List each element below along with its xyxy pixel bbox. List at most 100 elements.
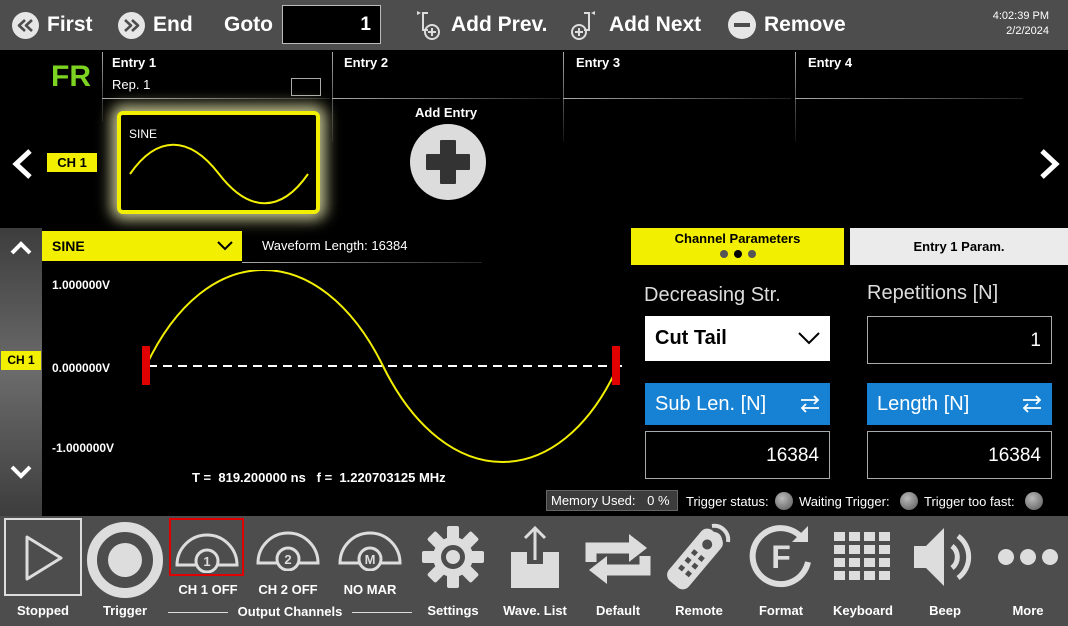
output-channels-label: Output Channels — [237, 604, 343, 619]
length-input[interactable]: 16384 — [867, 431, 1052, 479]
decreasing-str-select[interactable]: Cut Tail — [645, 316, 830, 361]
remote-icon[interactable] — [662, 520, 736, 594]
sub-len-input[interactable]: 16384 — [645, 431, 830, 479]
tab-channel-parameters-label: Channel Parameters — [674, 231, 801, 246]
entry-divider — [563, 52, 564, 142]
minus-icon — [728, 11, 756, 39]
chevron-left-icon[interactable] — [10, 148, 36, 180]
thumbnail-sine-wave — [129, 143, 309, 205]
sub-len-button[interactable]: Sub Len. [N] — [645, 383, 830, 425]
add-next-icon — [571, 11, 595, 40]
trigger-too-fast-led — [1025, 492, 1043, 510]
speaker-icon[interactable] — [910, 524, 980, 590]
end-label: End — [153, 13, 193, 36]
add-next-button[interactable]: Add Next — [570, 0, 701, 50]
marker-output-button[interactable]: M — [337, 519, 403, 571]
default-label: Default — [595, 603, 641, 618]
output-channels-bracket-left — [168, 612, 228, 613]
output-channels-bracket-right — [352, 612, 412, 613]
entry-channel-tag: CH 1 — [47, 153, 97, 172]
add-entry-button[interactable] — [410, 124, 486, 200]
goto-label: Goto — [224, 13, 273, 36]
run-stop-button[interactable] — [4, 518, 82, 596]
chevron-up-icon[interactable] — [10, 241, 32, 255]
add-prev-icon — [417, 11, 440, 40]
entry-1-underline — [102, 98, 330, 99]
end-marker[interactable] — [612, 346, 620, 385]
format-icon[interactable]: F — [746, 522, 816, 592]
more-icon[interactable] — [996, 546, 1060, 568]
more-label: More — [1012, 603, 1044, 618]
wave-list-label: Wave. List — [503, 603, 567, 618]
entry-1-rep: Rep. 1 — [112, 77, 151, 92]
start-marker[interactable] — [142, 346, 150, 385]
chevron-down-icon[interactable] — [10, 465, 32, 479]
entry-4-label: Entry 4 — [808, 55, 853, 70]
thumbnail-waveform-name: SINE — [129, 127, 158, 141]
memory-used-indicator: Memory Used: 0 % — [546, 490, 678, 511]
entry-1-label: Entry 1 — [112, 55, 157, 70]
repetitions-input[interactable]: 1 — [867, 316, 1052, 364]
chevron-right-icon[interactable] — [1036, 148, 1062, 180]
chevron-down-icon — [217, 241, 233, 251]
record-icon[interactable] — [86, 521, 164, 599]
refresh-icon[interactable] — [583, 528, 653, 590]
beep-label: Beep — [929, 603, 961, 618]
waveform-side-strip — [0, 228, 42, 516]
entry-divider — [332, 52, 333, 142]
app-window: First End Goto 1 Add Prev. Add Next Remo… — [0, 0, 1068, 626]
ch1-label: CH 1 OFF — [178, 582, 238, 597]
ch2-output-button[interactable]: 2 — [255, 519, 321, 571]
remote-label: Remote — [675, 603, 723, 618]
entry-3-underline — [563, 98, 791, 99]
double-chevron-left-icon — [12, 11, 39, 39]
tab-entry-param[interactable]: Entry 1 Param. — [850, 228, 1068, 265]
add-entry-label: Add Entry — [415, 105, 478, 120]
entry-2-label: Entry 2 — [344, 55, 389, 70]
ch1-output-button[interactable]: 1 — [169, 518, 244, 576]
trigger-status-led — [775, 492, 793, 510]
goto-input[interactable]: 1 — [282, 5, 381, 44]
entry-divider — [795, 52, 796, 142]
entry-3-label: Entry 3 — [576, 55, 621, 70]
trigger-status-label: Trigger status: — [686, 494, 769, 509]
entry-2-underline — [332, 98, 560, 99]
remove-label: Remove — [764, 13, 846, 36]
entry-1-waveform-thumbnail[interactable]: SINE — [117, 111, 320, 214]
waiting-trigger-label: Waiting Trigger: — [799, 494, 890, 509]
marker-label: NO MAR — [343, 582, 397, 597]
first-label: First — [47, 13, 93, 36]
chevron-down-icon — [798, 332, 820, 345]
voltage-mid: 0.000000V — [52, 361, 111, 375]
remove-button[interactable]: Remove — [728, 0, 846, 50]
period-frequency-readout: T = 819.200000 ns f = 1.220703125 MHz — [192, 470, 446, 485]
voltage-min: -1.000000V — [52, 441, 115, 455]
keypad-icon[interactable] — [832, 530, 894, 584]
clock-time: 4:02:39 PM — [992, 10, 1049, 22]
sub-len-label: Sub Len. [N] — [655, 392, 767, 415]
clock: 4:02:39 PM 2/2/2024 — [993, 9, 1049, 39]
top-toolbar: First End Goto 1 Add Prev. Add Next Remo… — [0, 0, 1068, 50]
swap-icon — [1022, 395, 1042, 413]
add-prev-button[interactable]: Add Prev. — [412, 0, 547, 50]
upload-icon[interactable] — [505, 524, 565, 592]
waveform-type-select[interactable]: SINE — [42, 231, 242, 261]
memory-used-value: 0 % — [647, 493, 670, 508]
plus-icon — [426, 140, 470, 184]
repetitions-label: Repetitions [N] — [867, 282, 999, 304]
ch1-number: 1 — [203, 554, 210, 569]
play-icon — [25, 535, 63, 581]
gear-icon[interactable] — [420, 524, 486, 590]
waiting-trigger-led — [900, 492, 918, 510]
length-button[interactable]: Length [N] — [867, 383, 1052, 425]
clock-date: 2/2/2024 — [1006, 25, 1049, 37]
marker-letter: M — [365, 552, 376, 567]
entry-divider — [102, 52, 103, 122]
tab-channel-parameters[interactable]: Channel Parameters — [631, 228, 844, 265]
end-button[interactable]: End — [118, 0, 193, 50]
waveform-header-underline — [242, 262, 482, 263]
first-button[interactable]: First — [12, 0, 93, 50]
entry-1-checkbox[interactable] — [291, 78, 321, 96]
trigger-label: Trigger — [102, 603, 148, 618]
format-label: Format — [758, 603, 804, 618]
